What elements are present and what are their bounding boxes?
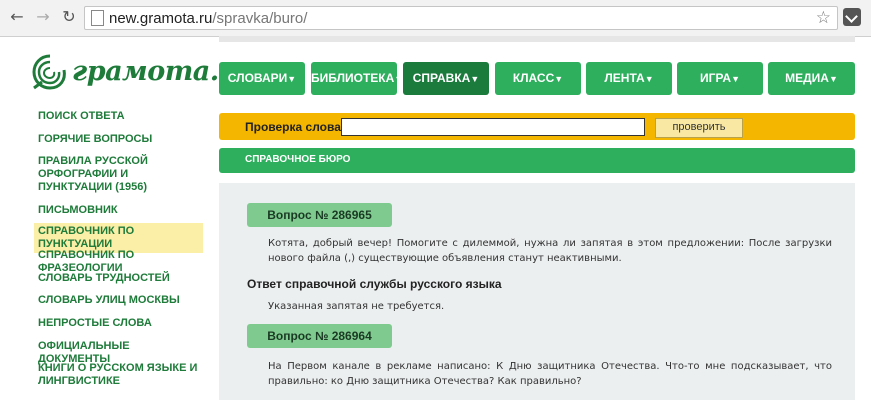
sidebar-item-pismovnik[interactable]: ПИСЬМОВНИК <box>38 204 118 217</box>
menu-label: ИГРА <box>700 71 732 85</box>
reload-icon[interactable]: ↻ <box>60 8 78 26</box>
sidebar-item-knigi[interactable]: КНИГИ О РУССКОМ ЯЗЫКЕ И ЛИНГВИСТИКЕ <box>38 362 198 388</box>
page-icon <box>91 10 104 26</box>
menu-lenta[interactable]: ЛЕНТА▼ <box>586 62 672 95</box>
menu-label: КЛАСС <box>512 71 555 85</box>
browser-toolbar: ← → ↻ new.gramota.ru/spravka/buro/ ☆ <box>0 0 871 37</box>
url-path: /spravka/buro/ <box>212 10 308 27</box>
section-header: СПРАВОЧНОЕ БЮРО <box>219 148 855 173</box>
question-text: На Первом канале в рекламе написано: К Д… <box>268 361 832 387</box>
menu-label: МЕДИА <box>785 71 829 85</box>
bookmark-star-icon[interactable]: ☆ <box>816 8 831 28</box>
menu-label: СЛОВАРИ <box>227 71 288 85</box>
sidebar-item-poisk-otveta[interactable]: ПОИСК ОТВЕТА <box>38 110 125 123</box>
sidebar-item-trudnosti[interactable]: СЛОВАРЬ ТРУДНОСТЕЙ <box>38 272 170 285</box>
answer-heading: Ответ справочной службы русского языка <box>247 277 502 291</box>
pocket-icon[interactable] <box>843 8 861 26</box>
menu-klass[interactable]: КЛАСС▼ <box>495 62 581 95</box>
section-title: СПРАВОЧНОЕ БЮРО <box>245 154 351 165</box>
question-text: Котята, добрый вечер! Помогите с дилеммо… <box>268 238 832 264</box>
sidebar-item-neprostye-slova[interactable]: НЕПРОСТЫЕ СЛОВА <box>38 317 152 330</box>
page-top-strip <box>219 36 855 42</box>
menu-label: БИБЛИОТЕКА <box>311 71 395 85</box>
menu-igra[interactable]: ИГРА▼ <box>677 62 763 95</box>
question-badge[interactable]: Вопрос № 286965 <box>247 203 392 227</box>
logo-shell-icon <box>32 54 66 90</box>
sidebar-item-ulicy-moskvy[interactable]: СЛОВАРЬ УЛИЦ МОСКВЫ <box>38 294 180 307</box>
questions-list: Вопрос № 286965 Котята, добрый вечер! По… <box>219 183 855 400</box>
question-badge[interactable]: Вопрос № 286964 <box>247 324 392 348</box>
word-check-input[interactable] <box>341 118 645 136</box>
check-word-button[interactable]: проверить <box>655 118 743 138</box>
menu-spravka[interactable]: СПРАВКА▼ <box>403 62 489 95</box>
word-check-bar: Проверка слова: проверить <box>219 113 855 140</box>
sidebar-item-goryachie-voprosy[interactable]: ГОРЯЧИЕ ВОПРОСЫ <box>38 133 152 146</box>
answer-text: Указанная запятая не требуется. <box>268 301 445 312</box>
menu-slovari[interactable]: СЛОВАРИ▼ <box>219 62 305 95</box>
url-host: new.gramota.ru <box>109 10 213 27</box>
menu-label: СПРАВКА <box>412 71 471 85</box>
menu-label: ЛЕНТА <box>604 71 645 85</box>
menu-biblioteka[interactable]: БИБЛИОТЕКА▼ <box>311 62 403 95</box>
url-text: new.gramota.ru/spravka/buro/ <box>109 10 307 27</box>
menu-media[interactable]: МЕДИА▼ <box>768 62 855 95</box>
forward-arrow-icon[interactable]: → <box>34 8 52 26</box>
sidebar-item-pravila[interactable]: ПРАВИЛА РУССКОЙ ОРФОГРАФИИ И ПУНКТУАЦИИ … <box>38 155 198 194</box>
address-bar[interactable]: new.gramota.ru/spravka/buro/ ☆ <box>84 6 838 30</box>
back-arrow-icon[interactable]: ← <box>8 8 26 26</box>
main-menu: СЛОВАРИ▼ БИБЛИОТЕКА▼ СПРАВКА▼ КЛАСС▼ ЛЕН… <box>219 62 859 95</box>
word-check-label: Проверка слова: <box>245 120 345 134</box>
